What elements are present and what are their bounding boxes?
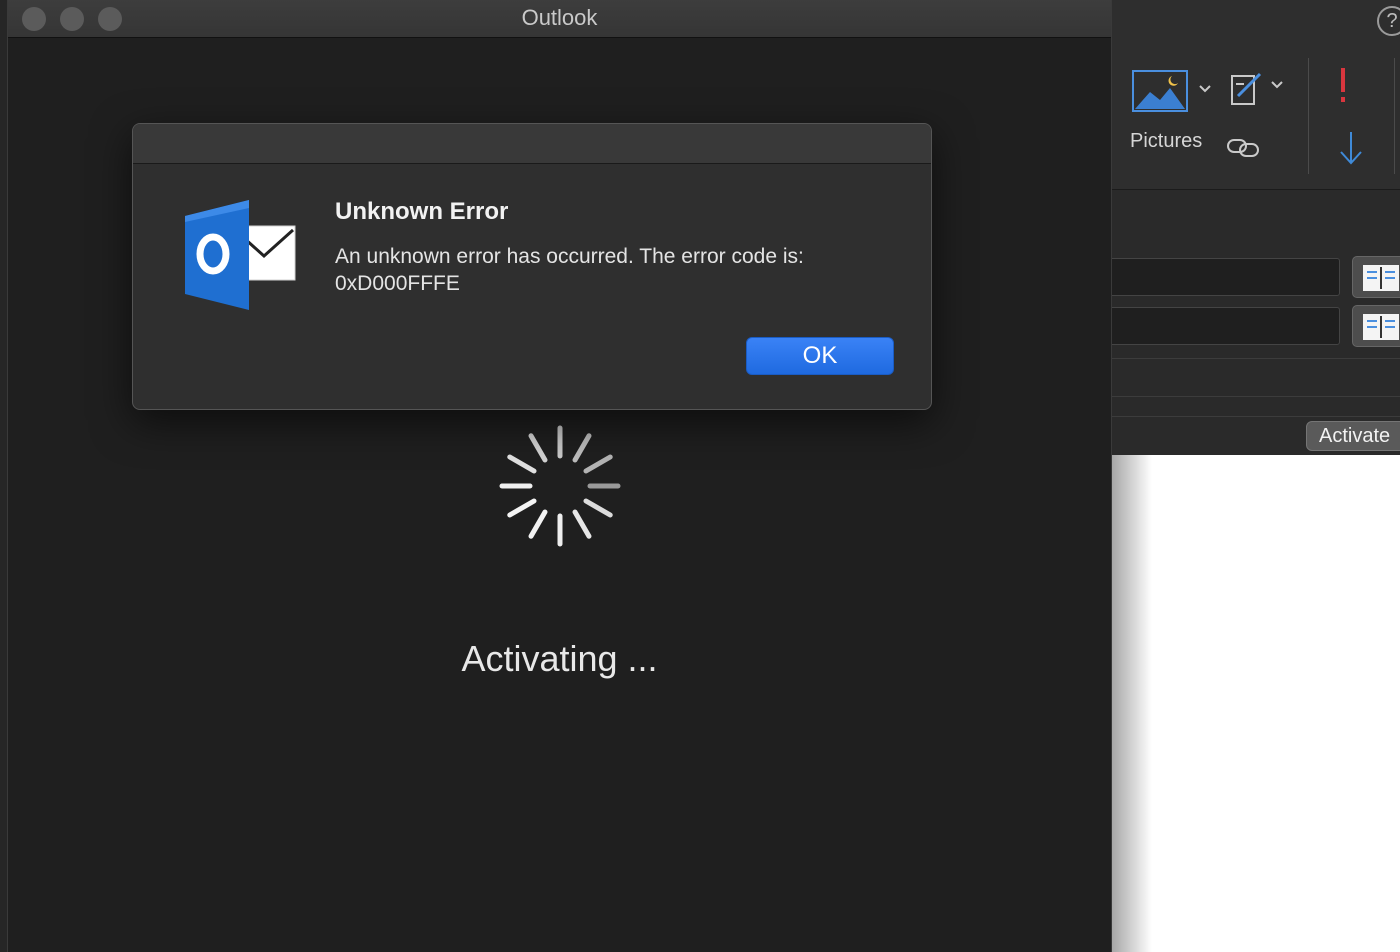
window-shadow (1112, 455, 1152, 952)
link-icon[interactable] (1226, 136, 1260, 160)
pictures-icon[interactable] (1132, 70, 1188, 112)
signature-dropdown-chevron-icon[interactable] (1270, 80, 1284, 90)
activating-status: Activating ... (461, 638, 658, 679)
dialog-message: An unknown error has occurred. The error… (335, 245, 804, 295)
error-dialog: Unknown Error An unknown error has occur… (132, 123, 932, 410)
address-book-button[interactable] (1352, 305, 1400, 347)
pictures-label[interactable]: Pictures (1130, 130, 1202, 153)
outlook-icon (185, 200, 296, 310)
ribbon-separator (1308, 58, 1309, 174)
dialog-title-bar[interactable] (133, 124, 931, 164)
address-fields (1112, 190, 1400, 455)
window-title: Outlook (521, 5, 598, 30)
title-bar[interactable]: Outlook (8, 0, 1111, 38)
ribbon: ? Pictures (1112, 0, 1400, 190)
background-compose-window: ? Pictures Activate (1112, 0, 1400, 952)
divider (1112, 358, 1400, 359)
divider (1112, 416, 1400, 417)
address-book-icon (1363, 265, 1399, 291)
dialog-title: Unknown Error (335, 198, 509, 225)
loading-spinner-icon (499, 425, 621, 547)
divider (1112, 396, 1400, 397)
signature-edit-icon[interactable] (1230, 70, 1264, 106)
address-book-icon (1363, 314, 1399, 340)
pictures-dropdown-chevron-icon[interactable] (1198, 84, 1212, 94)
activate-button[interactable]: Activate (1306, 421, 1400, 451)
ribbon-separator (1394, 58, 1395, 174)
cc-field[interactable] (1112, 307, 1340, 345)
ok-button[interactable]: OK (746, 337, 894, 375)
message-body[interactable] (1112, 455, 1400, 952)
question-icon[interactable]: ? (1377, 6, 1400, 36)
address-book-button[interactable] (1352, 256, 1400, 298)
low-importance-icon[interactable] (1338, 132, 1364, 166)
high-importance-icon[interactable] (1338, 68, 1348, 104)
to-field[interactable] (1112, 258, 1340, 296)
